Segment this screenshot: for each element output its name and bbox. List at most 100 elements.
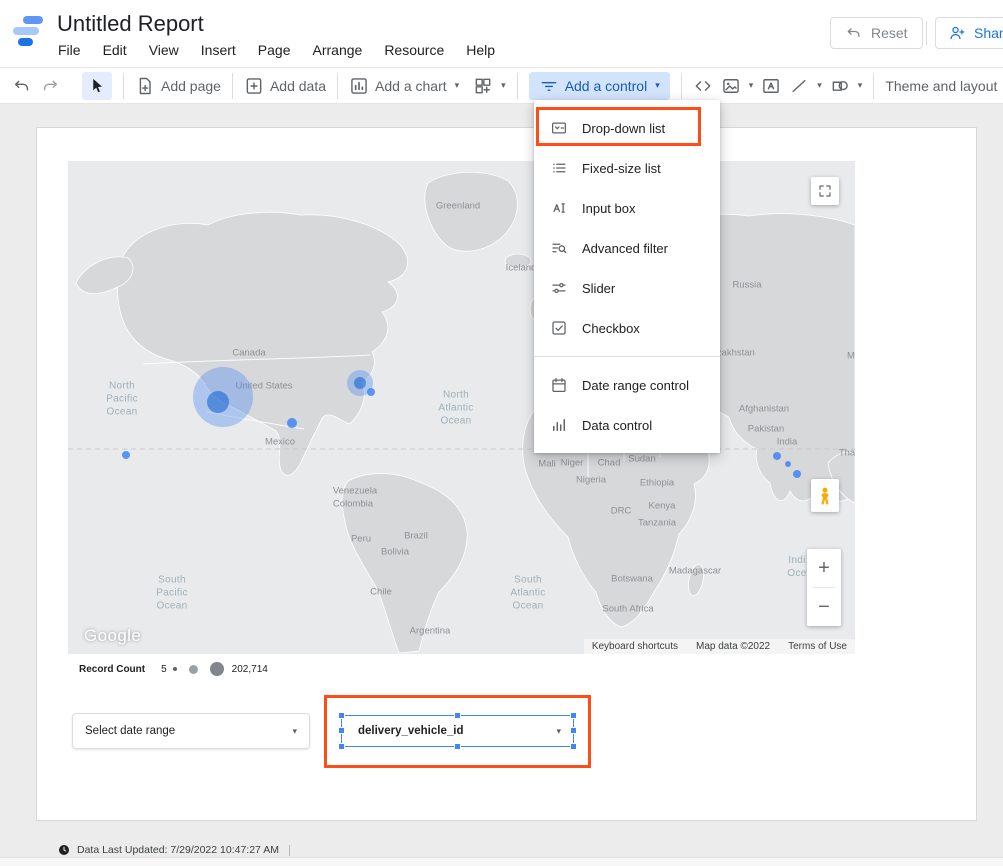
text-box-icon [761, 76, 781, 96]
redo-icon [40, 76, 60, 96]
selection-handle[interactable] [454, 712, 461, 719]
dropdown-list-icon [550, 119, 568, 137]
toolbar-divider [123, 73, 124, 99]
add-control-label: Add a control [565, 78, 648, 94]
dropdown-field-control[interactable]: delivery_vehicle_id ▾ [341, 715, 574, 747]
menu-item-label: Slider [582, 281, 615, 296]
menu-item-fixed-size-list[interactable]: Fixed-size list [534, 148, 720, 188]
report-title[interactable]: Untitled Report [57, 11, 204, 37]
legend-small-dot [173, 667, 177, 671]
shape-button[interactable]: ▾ [830, 76, 863, 96]
bottom-edge-strip [0, 857, 1003, 866]
add-control-icon [539, 76, 559, 96]
menu-item-slider[interactable]: Slider [534, 268, 720, 308]
zoom-out-button[interactable]: − [807, 588, 841, 626]
bubble-map-chart[interactable]: GreenlandIcelandCanadaUnited StatesMexic… [68, 161, 855, 654]
menu-page[interactable]: Page [258, 42, 291, 58]
map-attribution: Keyboard shortcuts Map data ©2022 Terms … [584, 639, 855, 654]
report-canvas[interactable]: GreenlandIcelandCanadaUnited StatesMexic… [36, 127, 977, 821]
add-data-label: Add data [270, 78, 326, 94]
map-bubble [773, 452, 781, 460]
menu-item-advanced-filter[interactable]: Advanced filter [534, 228, 720, 268]
input-box-icon [550, 199, 568, 217]
legend-min-value: 5 [161, 664, 167, 675]
data-control-icon [550, 416, 568, 434]
map-bubble [793, 470, 801, 478]
google-maps-logo[interactable]: Google [84, 626, 141, 646]
date-range-label: Select date range [85, 725, 292, 737]
menu-item-drop-down-list[interactable]: Drop-down list [534, 108, 720, 148]
control-menu-list: Drop-down listFixed-size list Input box Ad… [534, 108, 720, 445]
map-bubble [367, 388, 375, 396]
menu-file[interactable]: File [58, 42, 81, 58]
map-bubble [287, 418, 297, 428]
map-bubble [122, 451, 130, 459]
field-control-label: delivery_vehicle_id [358, 725, 556, 737]
date-range-control[interactable]: Select date range ▾ [72, 713, 310, 749]
pegman-icon [815, 486, 835, 506]
selection-handle[interactable] [570, 743, 577, 750]
fullscreen-button[interactable] [811, 177, 839, 205]
menu-help[interactable]: Help [466, 42, 495, 58]
menu-item-input-box[interactable]: Input box [534, 188, 720, 228]
menu-edit[interactable]: Edit [103, 42, 127, 58]
menu-arrange[interactable]: Arrange [313, 42, 363, 58]
legend-medium-dot [189, 665, 198, 674]
embed-code-button[interactable] [693, 76, 713, 96]
chevron-down-icon: ▾ [455, 80, 460, 91]
undo-button[interactable] [12, 76, 32, 96]
selection-handle[interactable] [338, 727, 345, 734]
map-legend: Record Count 5 202,714 [79, 662, 268, 676]
toolbar-divider [517, 73, 518, 99]
line-icon [789, 76, 809, 96]
logo-bar [23, 16, 43, 24]
selection-handle[interactable] [570, 727, 577, 734]
reset-label: Reset [871, 25, 908, 41]
menu-resource[interactable]: Resource [384, 42, 444, 58]
add-chart-button[interactable]: Add a chart ▾ [349, 76, 459, 96]
toolbar-divider [232, 73, 233, 99]
adv-filter-icon [550, 239, 568, 257]
chevron-down-icon: ▾ [858, 80, 863, 91]
chevron-down-icon: ▾ [817, 80, 822, 91]
line-button[interactable]: ▾ [789, 76, 822, 96]
menu-item-date-range-control[interactable]: Date range control [534, 365, 720, 405]
last-updated-text: Data Last Updated: 7/29/2022 10:47:27 AM [77, 844, 279, 856]
chevron-down-icon: ▾ [292, 726, 297, 737]
add-page-icon [135, 76, 155, 96]
legend-metric-label: Record Count [79, 664, 145, 675]
community-visualizations-button[interactable]: ▾ [473, 76, 506, 96]
selection-handle[interactable] [338, 712, 345, 719]
select-tool-button[interactable] [82, 72, 112, 100]
data-studio-logo[interactable] [13, 16, 45, 46]
menu-view[interactable]: View [149, 42, 179, 58]
add-data-button[interactable]: Add data [244, 76, 326, 96]
selection-handle[interactable] [570, 712, 577, 719]
keyboard-shortcuts-link[interactable]: Keyboard shortcuts [592, 641, 678, 652]
selection-handle[interactable] [454, 743, 461, 750]
checkbox-icon [550, 319, 568, 337]
menu-divider [534, 356, 720, 357]
menu-item-data-control[interactable]: Data control [534, 405, 720, 445]
menu-item-label: Input box [582, 201, 636, 216]
terms-of-use-link[interactable]: Terms of Use [788, 641, 847, 652]
data-freshness-status: Data Last Updated: 7/29/2022 10:47:27 AM [58, 844, 290, 856]
workspace: GreenlandIcelandCanadaUnited StatesMexic… [0, 104, 1003, 866]
text-button[interactable] [761, 76, 781, 96]
shape-icon [830, 76, 850, 96]
reset-button[interactable]: Reset [830, 17, 923, 49]
app-window: Untitled Report File Edit View Insert Page Ar… [0, 0, 1003, 866]
pegman-control[interactable] [811, 479, 839, 512]
toolbar-divider [681, 73, 682, 99]
add-control-button[interactable]: Add a control ▾ [529, 72, 670, 100]
menu-insert[interactable]: Insert [201, 42, 236, 58]
redo-button[interactable] [40, 76, 60, 96]
add-page-label: Add page [161, 78, 221, 94]
share-button[interactable]: Share [935, 17, 1003, 49]
image-button[interactable]: ▾ [721, 76, 754, 96]
add-page-button[interactable]: Add page [135, 76, 221, 96]
zoom-in-button[interactable]: + [807, 549, 841, 587]
theme-and-layout-button[interactable]: Theme and layout [885, 78, 997, 94]
selection-handle[interactable] [338, 743, 345, 750]
menu-item-checkbox[interactable]: Checkbox [534, 308, 720, 348]
